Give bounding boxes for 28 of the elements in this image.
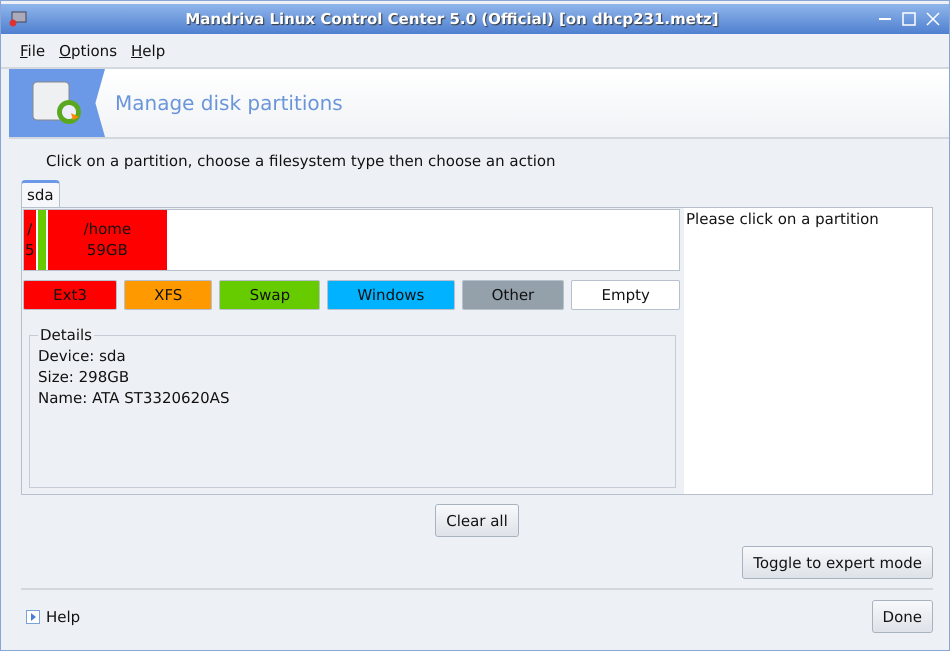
partition-block[interactable]: /home 59GB bbox=[48, 210, 168, 270]
computer-icon bbox=[9, 11, 27, 27]
instruction-text: Click on a partition, choose a filesystem type then choose an action bbox=[46, 152, 557, 170]
window-title: Mandriva Linux Control Center 5.0 (Official) [on dhcp231.metz] bbox=[184, 10, 720, 28]
expert-mode-button[interactable]: Toggle to expert mode bbox=[742, 546, 933, 579]
menu-item[interactable]: Help bbox=[131, 42, 166, 60]
menu-item[interactable]: Options bbox=[59, 42, 118, 60]
partition-block[interactable]: / 5 bbox=[24, 210, 36, 270]
detail-line: Name: ATA ST3320620AS bbox=[38, 388, 230, 409]
done-button[interactable]: Done bbox=[872, 600, 933, 633]
hard-disk-icon bbox=[31, 80, 83, 126]
details-title: Details bbox=[39, 326, 94, 344]
menu-item[interactable]: File bbox=[20, 42, 46, 60]
banner-title: Manage disk partitions bbox=[115, 91, 343, 115]
partition-block[interactable] bbox=[38, 210, 46, 270]
filesystem-type-button[interactable]: Ext3 bbox=[23, 280, 118, 310]
clear-all-button[interactable]: Clear all bbox=[435, 504, 519, 537]
filesystem-type-button[interactable]: Swap bbox=[219, 280, 320, 310]
help-link[interactable]: Help bbox=[26, 608, 80, 626]
filesystem-type-button[interactable]: Other bbox=[462, 280, 564, 310]
detail-line: Size: 298GB bbox=[38, 367, 130, 388]
window-controls-icon[interactable] bbox=[877, 11, 941, 27]
filesystem-type-button[interactable]: Empty bbox=[571, 280, 680, 310]
detail-line: Device: sda bbox=[38, 346, 127, 367]
info-text: Please click on a partition bbox=[684, 208, 932, 494]
filesystem-type-button[interactable]: Windows bbox=[327, 280, 454, 310]
disk-tab[interactable]: sda bbox=[21, 180, 60, 207]
filesystem-type-button[interactable]: XFS bbox=[124, 280, 212, 310]
